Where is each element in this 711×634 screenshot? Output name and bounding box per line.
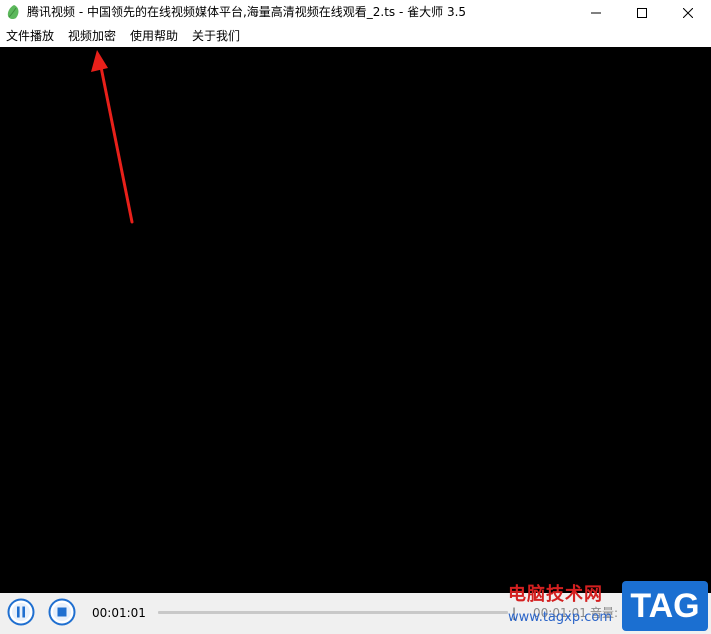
video-display[interactable] [0, 47, 711, 593]
total-time: 00:01:01 [533, 606, 587, 620]
stop-icon [48, 598, 76, 630]
menu-bar: 文件播放 视频加密 使用帮助 关于我们 [0, 26, 711, 46]
minimize-icon [591, 3, 601, 22]
close-button[interactable] [665, 0, 711, 24]
seek-bar[interactable] [158, 611, 508, 614]
pause-icon [7, 598, 35, 630]
menu-video-encrypt[interactable]: 视频加密 [68, 27, 116, 45]
stop-button[interactable] [48, 598, 76, 626]
menu-help[interactable]: 使用帮助 [130, 27, 178, 45]
maximize-icon [637, 3, 647, 22]
close-icon [682, 3, 694, 22]
title-bar[interactable]: 腾讯视频 - 中国领先的在线视频媒体平台,海量高清视频在线观看_2.ts - 雀… [0, 0, 711, 24]
control-bar: 00:01:01 | 00:01:01 音量: [0, 593, 711, 634]
window-title: 腾讯视频 - 中国领先的在线视频媒体平台,海量高清视频在线观看_2.ts - 雀… [27, 5, 467, 19]
seek-end-marker: | [512, 606, 517, 620]
volume-label: 音量: [590, 606, 619, 620]
maximize-button[interactable] [619, 0, 665, 24]
pause-button[interactable] [7, 598, 35, 626]
menu-about[interactable]: 关于我们 [192, 27, 240, 45]
leaf-icon [7, 4, 21, 20]
menu-file-play[interactable]: 文件播放 [6, 27, 54, 45]
current-time: 00:01:01 [92, 606, 146, 620]
player-window: 腾讯视频 - 中国领先的在线视频媒体平台,海量高清视频在线观看_2.ts - 雀… [0, 0, 711, 634]
minimize-button[interactable] [573, 0, 619, 24]
